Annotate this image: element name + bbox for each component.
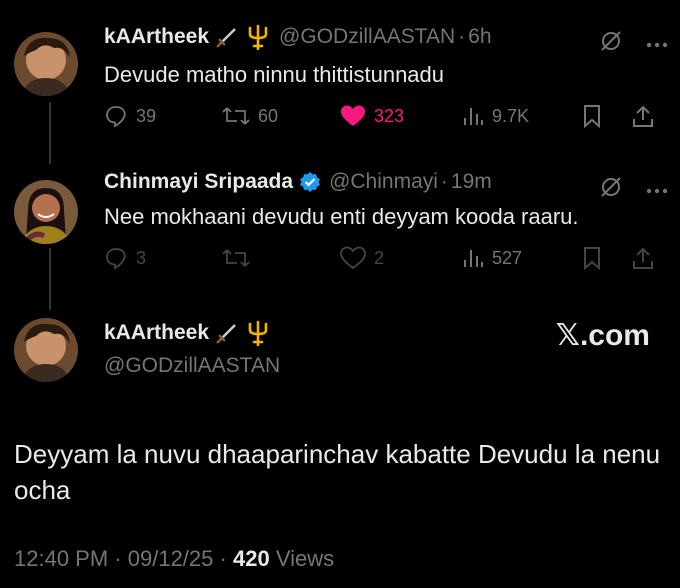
bookmark-button[interactable] [582, 104, 632, 128]
thread-line-2 [49, 248, 51, 310]
views-button[interactable]: 527 [462, 247, 582, 269]
main-tweet-text: Deyyam la nuvu dhaaparinchav kabatte Dev… [14, 439, 661, 505]
more-options-icon[interactable] [646, 35, 668, 53]
tweet-time[interactable]: 19m [451, 170, 492, 194]
heart-icon [341, 105, 365, 126]
separator-dot: · [219, 546, 233, 571]
views-icon [464, 250, 483, 267]
tweet-header: kAArtheek @GODzillAASTAN · 6h [104, 24, 492, 50]
repost-button[interactable] [222, 246, 340, 270]
grok-icon[interactable] [598, 28, 624, 59]
views-label: Views [275, 546, 335, 571]
avatar[interactable] [14, 32, 78, 96]
repost-icon [222, 107, 250, 125]
grok-icon[interactable] [598, 174, 624, 205]
tweet-actions: 3 2 527 [104, 246, 664, 270]
bookmark-icon [584, 247, 600, 270]
like-button[interactable]: 323 [340, 104, 462, 128]
author-name[interactable]: kAArtheek [104, 321, 209, 345]
views-button[interactable]: 9.7K [462, 105, 582, 127]
more-options-icon[interactable] [646, 181, 668, 199]
reply-count: 39 [136, 105, 157, 126]
repost-icon [222, 249, 250, 267]
verified-badge-icon [299, 171, 321, 193]
views-icon [464, 108, 483, 125]
tweet-time[interactable]: 6h [468, 25, 491, 49]
reply-icon [106, 248, 126, 270]
x-logo: 𝕏.com [555, 319, 650, 352]
heart-icon [340, 246, 366, 270]
dagger-emoji-icon [215, 321, 239, 345]
share-button[interactable] [632, 104, 654, 128]
author-name[interactable]: Chinmayi Sripaada [104, 170, 293, 194]
avatar[interactable] [14, 180, 78, 244]
bookmark-icon [584, 105, 600, 128]
share-button[interactable] [632, 246, 654, 270]
tweet-header: Chinmayi Sripaada @Chinmayi · 19m [104, 170, 492, 194]
like-button[interactable]: 2 [340, 246, 462, 270]
tweet-header-icons [598, 28, 668, 59]
views-count: 9.7K [492, 105, 530, 126]
avatar[interactable] [14, 318, 78, 382]
bookmark-button[interactable] [582, 246, 632, 270]
author-handle[interactable]: @Chinmayi [329, 170, 438, 194]
author-handle[interactable]: @GODzillAASTAN [279, 25, 455, 49]
post-date[interactable]: 09/12/25 [128, 546, 214, 571]
thread-line-1 [49, 102, 51, 164]
trident-emoji-icon [245, 320, 271, 346]
tweet-actions: 39 60 323 9.7K [104, 104, 664, 128]
reply-button[interactable]: 3 [104, 246, 222, 270]
like-count: 323 [374, 105, 405, 126]
separator-dot: · [458, 25, 466, 48]
tweet-text: Devude matho ninnu thittistunnadu [104, 62, 445, 87]
reply-icon [106, 106, 126, 128]
tweet-header-icons [598, 174, 668, 205]
share-icon [633, 247, 653, 269]
repost-count: 60 [258, 105, 279, 126]
main-handle-row: @GODzillAASTAN [104, 354, 280, 378]
post-time[interactable]: 12:40 PM [14, 546, 108, 571]
views-count: 527 [492, 247, 523, 268]
separator-dot: · [114, 546, 128, 571]
like-count: 2 [374, 247, 385, 268]
dagger-emoji-icon [215, 25, 239, 49]
author-name[interactable]: kAArtheek [104, 25, 209, 49]
views-total: 420 [232, 546, 270, 571]
author-handle[interactable]: @GODzillAASTAN [104, 354, 280, 378]
trident-emoji-icon [245, 24, 271, 50]
tweet-meta: 12:40 PM · 09/12/25 · 420 Views [14, 546, 334, 572]
share-icon [633, 105, 653, 127]
tweet-text: Nee mokhaani devudu enti deyyam kooda ra… [104, 204, 579, 229]
separator-dot: · [440, 170, 448, 193]
reply-button[interactable]: 39 [104, 104, 222, 128]
repost-button[interactable]: 60 [222, 104, 340, 128]
main-tweet-header: kAArtheek [104, 320, 271, 346]
reply-count: 3 [136, 247, 147, 268]
